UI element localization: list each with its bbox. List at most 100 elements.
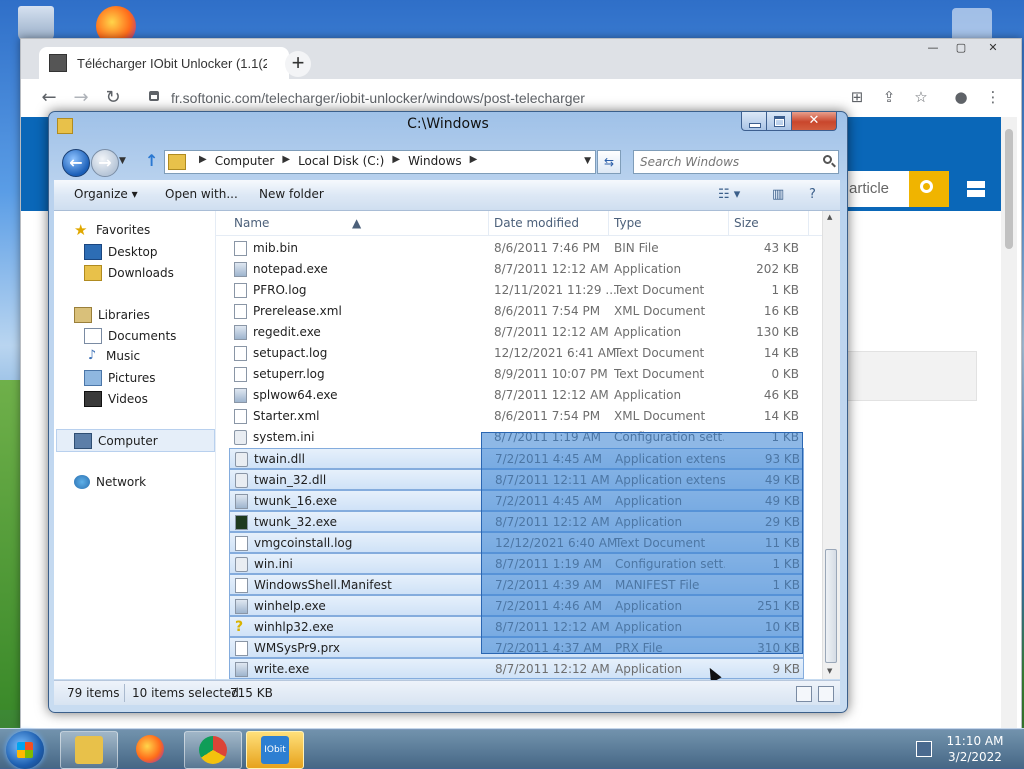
file-type: Text Document [614,283,705,297]
clock-date: 3/2/2022 [948,750,1002,764]
file-icon [234,367,247,382]
help-icon[interactable]: ? [809,187,816,202]
nav-pictures[interactable]: Pictures [84,370,156,386]
search-icon[interactable] [823,155,832,164]
forward-arrow-icon[interactable]: → [71,88,91,108]
view-options-icon[interactable]: ☷ ▾ [718,187,740,202]
file-date: 12/11/2021 11:29 ... [494,283,617,297]
nav-desktop[interactable]: Desktop [84,244,158,260]
profile-icon[interactable]: ● [951,88,971,106]
minimize-button[interactable] [741,112,767,131]
file-row[interactable]: twunk_32.exe 8/7/2011 12:12 AM Application… [229,511,804,532]
file-row[interactable]: notepad.exe 8/7/2011 12:12 AM Application 2… [229,259,804,280]
url-bar[interactable]: fr.softonic.com/telecharger/iobit-unlock… [143,87,731,109]
file-row[interactable]: Starter.xml 8/6/2011 7:54 PM XML Document 1… [229,406,804,427]
translate-icon[interactable]: ⊞ [847,88,867,106]
breadcrumb-windows[interactable]: Windows [408,154,462,168]
scrollbar-thumb[interactable] [825,549,837,663]
refresh-icon[interactable]: ⇆ [597,150,621,174]
exe-icon [234,325,247,340]
file-row[interactable]: twunk_16.exe 7/2/2011 4:45 AM Application 4… [229,490,804,511]
large-icons-view-icon[interactable] [818,686,834,702]
file-row[interactable]: win.ini 8/7/2011 1:19 AM Configuration set… [229,553,804,574]
nav-downloads[interactable]: Downloads [84,265,174,281]
back-button[interactable]: ← [62,149,90,177]
close-button[interactable]: ✕ [791,112,837,131]
address-bar[interactable]: ▶ Computer ▶ Local Disk (C:) ▶ Windows ▶… [164,150,596,174]
history-dropdown-icon[interactable]: ▼ [119,156,126,166]
taskbar-explorer[interactable] [60,731,118,769]
clock[interactable]: 11:10 AM 3/2/2022 [940,733,1010,765]
file-name: regedit.exe [253,325,321,339]
file-row[interactable]: system.ini 8/7/2011 1:19 AM Configuration … [229,427,804,448]
file-list-pane: ▲ Name Date modified Type Size mib.bin 8/… [216,211,840,683]
file-row[interactable]: twain.dll 7/2/2011 4:45 AM Application ext… [229,448,804,469]
file-date: 8/7/2011 12:12 AM [494,325,609,339]
recycle-bin-icon[interactable] [18,6,54,42]
up-arrow-icon[interactable]: ↑ [145,151,158,170]
browser-close-button[interactable]: ✕ [979,39,1007,57]
organize-button[interactable]: Organize ▾ [74,187,138,201]
file-name: splwow64.exe [253,388,338,402]
open-with-button[interactable]: Open with... [165,187,238,201]
nav-documents[interactable]: Documents [84,328,176,344]
column-type[interactable]: Type [614,216,642,230]
nav-network[interactable]: Network [74,475,146,489]
nav-computer[interactable]: Computer [74,433,158,449]
search-input[interactable] [634,151,812,173]
file-row[interactable]: Prerelease.xml 8/6/2011 7:54 PM XML Docume… [229,301,804,322]
file-size: 11 KB [764,536,800,550]
window-title: C:\Windows [407,116,489,132]
taskbar: IObit 11:10 AM 3/2/2022 [0,728,1024,769]
details-view-icon[interactable] [796,686,812,702]
file-row[interactable]: regedit.exe 8/7/2011 12:12 AM Application 1… [229,322,804,343]
file-row[interactable]: ? winhlp32.exe 8/7/2011 12:12 AM Applicatio… [229,616,804,637]
taskbar-firefox[interactable] [122,731,178,767]
network-tray-icon[interactable] [916,741,932,757]
scroll-down-icon[interactable]: ▼ [827,667,832,675]
browser-maximize-button[interactable]: ▢ [947,39,975,57]
maximize-button[interactable] [766,112,792,131]
preview-pane-icon[interactable]: ▥ [772,187,784,202]
file-row[interactable]: WindowsShell.Manifest 7/2/2011 4:39 AM MAN… [229,574,804,595]
nav-libraries[interactable]: Libraries [74,307,150,323]
file-row[interactable]: WMSysPr9.prx 7/2/2011 4:37 AM PRX File 310 … [229,637,804,658]
nav-videos[interactable]: Videos [84,391,148,407]
start-button[interactable] [6,731,44,769]
file-row[interactable]: setuperr.log 8/9/2011 10:07 PM Text Docume… [229,364,804,385]
vertical-scrollbar[interactable]: ▲ ▼ [822,211,840,679]
file-row[interactable]: splwow64.exe 8/7/2011 12:12 AM Application… [229,385,804,406]
page-scrollbar[interactable] [1001,117,1017,729]
back-arrow-icon[interactable]: ← [39,88,59,108]
taskbar-chrome[interactable] [184,731,242,769]
item-count: 79 items [67,686,120,700]
new-tab-button[interactable]: + [285,51,311,77]
forward-button[interactable]: → [91,149,119,177]
site-search-icon[interactable] [909,171,949,207]
file-size: 49 KB [764,473,800,487]
column-name[interactable]: Name [234,216,269,230]
taskbar-iobit[interactable]: IObit [246,731,304,769]
column-date[interactable]: Date modified [494,216,579,230]
browser-tab[interactable]: Télécharger IObit Unlocker (1.1(2 [39,47,289,79]
file-row[interactable]: mib.bin 8/6/2011 7:46 PM BIN File 43 KB [229,238,804,259]
file-row[interactable]: PFRO.log 12/11/2021 11:29 ... Text Documen… [229,280,804,301]
file-row[interactable]: twain_32.dll 8/7/2011 12:11 AM Application… [229,469,804,490]
file-row[interactable]: vmgcoinstall.log 12/12/2021 6:40 AM Text D… [229,532,804,553]
breadcrumb-local-disk[interactable]: Local Disk (C:) [298,154,384,168]
browser-minimize-button[interactable]: — [919,39,947,57]
file-row[interactable]: winhelp.exe 7/2/2011 4:46 AM Application 25… [229,595,804,616]
windows-logo-icon[interactable] [949,171,1001,207]
reload-icon[interactable]: ↻ [103,88,123,108]
menu-dots-icon[interactable]: ⋮ [983,88,1003,106]
share-icon[interactable]: ⇪ [879,88,899,106]
nav-favorites[interactable]: ★ Favorites [74,223,150,238]
new-folder-button[interactable]: New folder [259,187,324,201]
file-row[interactable]: setupact.log 12/12/2021 6:41 AM Text Docum… [229,343,804,364]
address-dropdown-icon[interactable]: ▼ [584,156,591,166]
column-size[interactable]: Size [734,216,759,230]
breadcrumb-computer[interactable]: Computer [215,154,275,168]
scroll-up-icon[interactable]: ▲ [827,213,832,221]
bookmark-star-icon[interactable]: ☆ [911,88,931,106]
nav-music[interactable]: ♪ Music [84,349,140,364]
